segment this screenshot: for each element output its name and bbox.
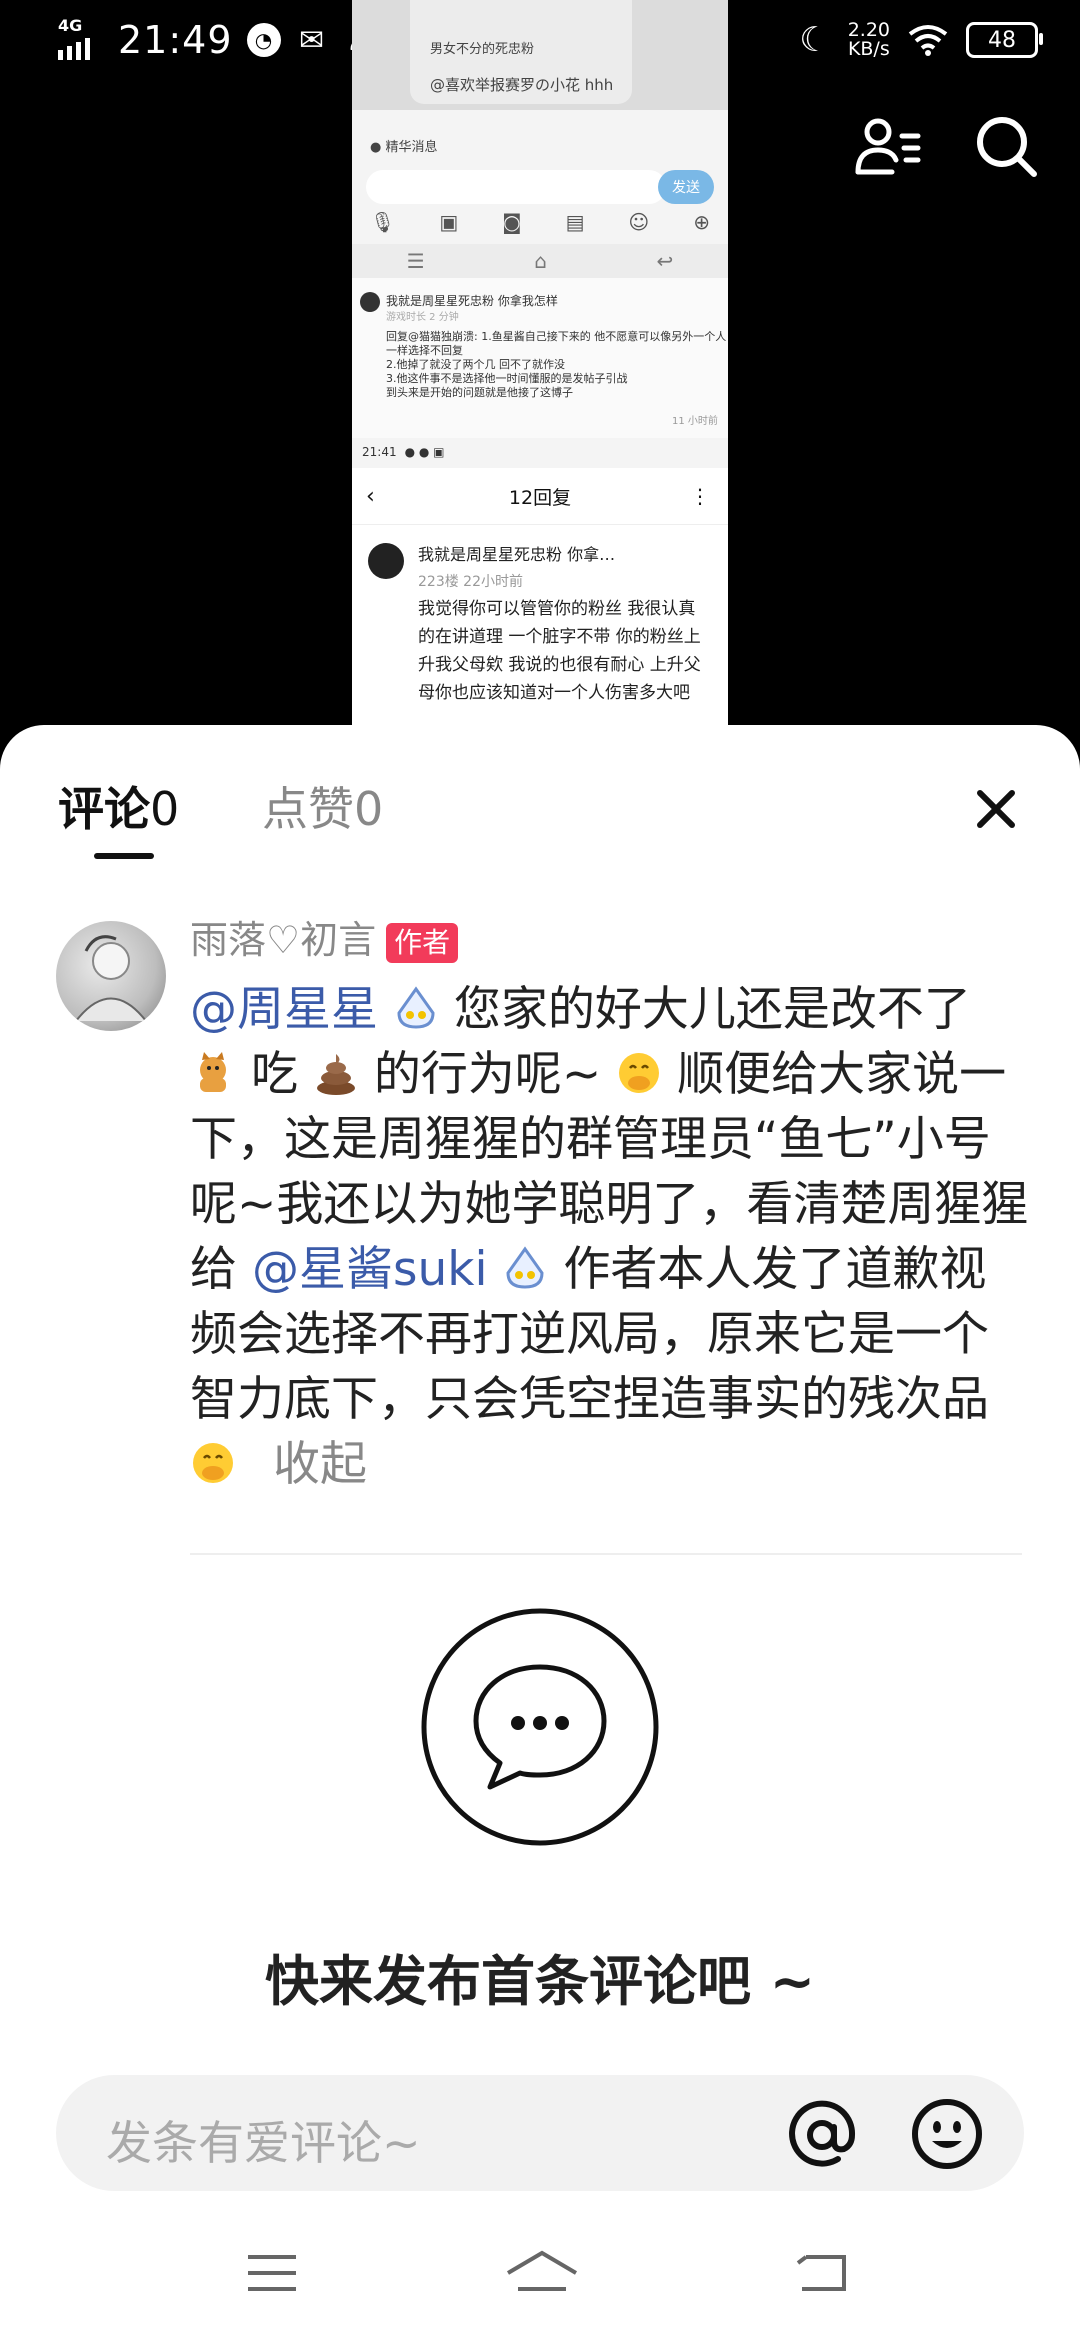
bag-icon: ▤ bbox=[565, 210, 585, 234]
poop-emoji-icon bbox=[316, 1054, 355, 1095]
tab-indicator bbox=[94, 853, 154, 859]
back-icon: ‹ bbox=[366, 483, 375, 509]
emoji-icon[interactable] bbox=[910, 2097, 984, 2171]
menu-icon[interactable] bbox=[242, 2243, 322, 2303]
hand-over-mouth-emoji-icon bbox=[619, 1053, 660, 1093]
comment-input[interactable]: 发条有爱评论~ bbox=[56, 2075, 1024, 2191]
close-icon[interactable] bbox=[968, 781, 1024, 837]
quoted-card: 男女不分的死忠粉 @喜欢举报赛罗の小花 hhh bbox=[410, 0, 632, 104]
search-icon[interactable] bbox=[972, 112, 1042, 182]
cellular-signal-icon: 4G bbox=[58, 16, 104, 60]
preview-input bbox=[366, 170, 666, 204]
back-icon[interactable] bbox=[792, 2243, 872, 2303]
comment-text: @周星星 您家的好大儿还是改不了 吃 的行为呢~ 顺便给大家说一下，这是周猩猩的… bbox=[190, 982, 1029, 1492]
preview-header: ‹ 12回复 ⋮ bbox=[352, 468, 728, 525]
shared-screenshot-preview[interactable]: 男女不分的死忠粉 @喜欢举报赛罗の小花 hhh ● 精华消息 发送 🎙 ▣ ◙ ▤ ☺ ⊕… bbox=[352, 0, 728, 725]
status-time: 21:49 bbox=[118, 18, 233, 62]
preview-post: 我就是周星星死忠粉 你拿我怎样 游戏时长 2 分钟 回复@猫猫独崩溃: 1.鱼星… bbox=[352, 278, 728, 438]
tab-likes[interactable]: 点赞0 bbox=[262, 773, 383, 839]
more-icon: ⋮ bbox=[690, 484, 710, 508]
divider bbox=[190, 1553, 1022, 1555]
network-speed: 2.20 KB/s bbox=[847, 19, 890, 60]
verified-badge-icon bbox=[397, 986, 435, 1029]
preview-send-button: 发送 bbox=[658, 170, 714, 204]
dog-emoji-icon bbox=[200, 1052, 226, 1092]
app-notification-icon: ◔ bbox=[246, 23, 281, 57]
avatar[interactable] bbox=[56, 921, 166, 1031]
mention-at-icon[interactable] bbox=[786, 2099, 858, 2171]
empty-state-text: 快来发布首条评论吧 ~ bbox=[264, 1950, 816, 2013]
emoji-icon: ☺ bbox=[628, 210, 650, 234]
system-nav-bar bbox=[0, 2205, 1080, 2340]
home-icon[interactable] bbox=[504, 2243, 584, 2303]
preview-reply: 我就是周星星死忠粉 你拿… 223楼 22小时前 我觉得你可以管管你的粉丝 我很… bbox=[352, 525, 728, 725]
mention-link[interactable]: @星酱suki bbox=[252, 1242, 488, 1297]
collapse-link[interactable]: 收起 bbox=[273, 1437, 367, 1492]
plus-icon: ⊕ bbox=[693, 210, 710, 234]
preview-toolbar: 🎙 ▣ ◙ ▤ ☺ ⊕ bbox=[370, 210, 710, 234]
do-not-disturb-moon-icon: ☾ bbox=[799, 20, 830, 60]
wechat-icon: ✉ bbox=[298, 22, 325, 58]
mic-icon: 🎙 bbox=[370, 210, 396, 234]
comment-input-placeholder: 发条有爱评论~ bbox=[106, 2116, 421, 2170]
hand-over-mouth-emoji-icon bbox=[193, 1443, 233, 1483]
author-badge: 作者 bbox=[386, 922, 459, 963]
essence-badge: ● 精华消息 bbox=[370, 140, 438, 155]
camera-icon: ◙ bbox=[502, 210, 522, 234]
reply-avatar bbox=[368, 543, 404, 579]
comments-sheet: 评论0 点赞0 雨落♡初言 作者 @周星星 您家的好大儿还是改不了 吃 的行为呢~… bbox=[0, 725, 1080, 2340]
preview-status: 21:41 ● ● ▣ bbox=[362, 445, 445, 459]
user-list-icon[interactable] bbox=[852, 112, 922, 182]
mention-link[interactable]: @周星星 bbox=[190, 982, 378, 1037]
preview-navbar: ☰ ⌂ ↩ bbox=[352, 244, 728, 278]
verified-badge-icon bbox=[506, 1246, 544, 1289]
battery-icon: 48 bbox=[966, 22, 1043, 58]
image-icon: ▣ bbox=[439, 210, 459, 234]
comment-author[interactable]: 雨落♡初言 作者 bbox=[190, 909, 459, 964]
tab-comments[interactable]: 评论0 bbox=[58, 773, 179, 839]
comment-bubble-icon bbox=[420, 1607, 660, 1847]
wifi-icon bbox=[908, 25, 948, 56]
